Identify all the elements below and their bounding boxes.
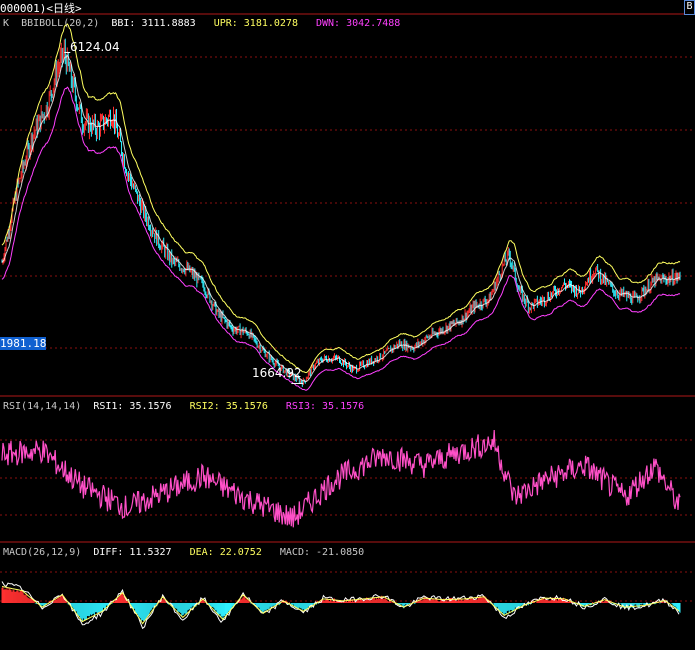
high-price-label: 6124.04: [70, 40, 120, 54]
rsi2-label: RSI2: 35.1576: [189, 401, 268, 412]
price-indicator-row: K BBIBOLL(20,2) BBI: 3111.8883 UPR: 3181.0…: [3, 18, 412, 29]
rsi1-label: RSI1: 35.1576: [93, 401, 172, 412]
rsi3-label: RSI3: 35.1576: [285, 401, 365, 412]
diff-label: DIFF: 11.5327: [93, 547, 172, 558]
corner-button[interactable]: B: [684, 0, 695, 15]
macd-panel[interactable]: [1, 581, 681, 630]
cursor-price-box: 1981.18: [0, 337, 47, 350]
dwn-label: DWN: 3042.7488: [316, 18, 401, 29]
bbi-line: [1, 54, 681, 382]
rsi-indicator-name[interactable]: RSI(14,14,14): [3, 401, 81, 412]
grid-lines: [0, 13, 695, 602]
macd-value-label: MACD: -21.0850: [279, 547, 365, 558]
low-price-label: 1664.92: [252, 366, 302, 380]
dwn-line: [1, 86, 681, 391]
rsi-panel[interactable]: [1, 429, 681, 528]
rsi-indicator-row: RSI(14,14,14) RSI1: 35.1576 RSI2: 35.1576 …: [3, 401, 376, 412]
dea-label: DEA: 22.0752: [189, 547, 262, 558]
macd-indicator-row: MACD(26,12,9) DIFF: 11.5327 DEA: 22.0752 M…: [3, 547, 376, 558]
panel-label: K: [3, 18, 10, 29]
indicator-name[interactable]: BBIBOLL(20,2): [21, 18, 99, 29]
upr-line: [1, 23, 681, 374]
window-title: 000001)<日线>: [0, 0, 82, 16]
upr-label: UPR: 3181.0278: [213, 18, 298, 29]
macd-indicator-name[interactable]: MACD(26,12,9): [3, 547, 81, 558]
rsi-line: [1, 429, 681, 528]
bbi-label: BBI: 3111.8883: [111, 18, 196, 29]
price-panel[interactable]: [1, 23, 681, 391]
security-title: 000001)<日线>: [0, 2, 82, 15]
